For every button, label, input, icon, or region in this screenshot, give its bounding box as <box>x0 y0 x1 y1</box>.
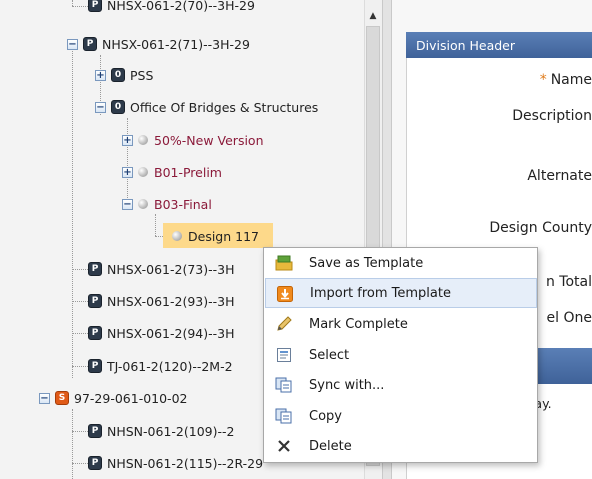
division-header-title: Division Header <box>406 32 592 58</box>
collapse-icon[interactable]: − <box>67 38 78 50</box>
project-p-icon: P <box>88 359 102 373</box>
name-label: * Name <box>539 72 592 88</box>
menu-item-sync-with[interactable]: Sync with... <box>265 370 537 400</box>
alternate-label: Alternate <box>527 168 592 184</box>
tree-node-label: NHSX-061-2(70)--3H-29 <box>107 0 255 13</box>
tree-node-nhsn-109[interactable]: P NHSN-061-2(109)--2 <box>88 420 234 442</box>
project-p-icon: P <box>88 294 102 308</box>
expand-icon[interactable]: + <box>122 134 133 146</box>
tree-node-97-29-061[interactable]: − S 97-29-061-010-02 <box>39 387 187 409</box>
expand-icon[interactable]: + <box>122 166 133 178</box>
menu-item-copy[interactable]: Copy <box>265 401 537 431</box>
level-one-label: el One <box>546 310 592 326</box>
tree-node-nhsx-70[interactable]: P NHSX-061-2(70)--3H-29 <box>88 0 255 16</box>
tree-node-label: NHSX-061-2(73)--3H <box>107 261 235 277</box>
copy-icon <box>275 407 293 425</box>
tree-node-label: 97-29-061-010-02 <box>74 390 188 406</box>
status-dot-icon <box>138 199 148 209</box>
required-indicator: * <box>539 72 547 88</box>
tree-node-label: PSS <box>130 67 154 83</box>
tree-node-label: NHSX-061-2(93)--3H <box>107 293 235 309</box>
tree-node-50-new-version[interactable]: + 50%-New Version <box>122 129 264 151</box>
tree-node-label: Design 117 <box>188 228 259 244</box>
tree-node-label: NHSN-061-2(109)--2 <box>107 423 235 439</box>
project-p-icon: P <box>88 456 102 470</box>
tree-node-nhsx-94[interactable]: P NHSX-061-2(94)--3H <box>88 322 235 344</box>
design-county-label: Design County <box>489 220 592 236</box>
tree-node-label: NHSX-061-2(71)--3H-29 <box>102 36 250 52</box>
tree-node-tj-120[interactable]: P TJ-061-2(120)--2M-2 <box>88 355 233 377</box>
tree-node-nhsn-115[interactable]: P NHSN-061-2(115)--2R-29 <box>88 452 263 474</box>
context-menu: Save as Template Import from Template Ma… <box>263 247 538 463</box>
tree-node-label: NHSN-061-2(115)--2R-29 <box>107 455 264 471</box>
tree-node-nhsx-73[interactable]: P NHSX-061-2(73)--3H <box>88 258 235 280</box>
project-p-icon: P <box>88 326 102 340</box>
tree-node-office-bridges[interactable]: − 0 Office Of Bridges & Structures <box>95 96 318 118</box>
delete-icon <box>275 437 293 455</box>
status-dot-icon <box>138 135 148 145</box>
tree-node-b01-prelim[interactable]: + B01-Prelim <box>122 161 222 183</box>
save-template-icon <box>275 254 293 272</box>
collapse-icon[interactable]: − <box>122 198 133 210</box>
tree-node-nhsx-71[interactable]: − P NHSX-061-2(71)--3H-29 <box>67 33 250 55</box>
pencil-icon <box>275 315 293 333</box>
expand-icon[interactable]: + <box>95 69 106 81</box>
project-p-icon: P <box>88 424 102 438</box>
tree-node-design-117[interactable]: Design 117 <box>172 225 259 247</box>
menu-item-delete[interactable]: Delete <box>265 431 537 461</box>
collapse-icon[interactable]: − <box>39 392 50 404</box>
division-zero-icon: 0 <box>111 68 125 82</box>
sync-icon <box>275 376 293 394</box>
menu-item-select[interactable]: Select <box>265 340 537 370</box>
tree-node-label: Office Of Bridges & Structures <box>130 99 319 115</box>
tree-node-label: TJ-061-2(120)--2M-2 <box>107 358 233 374</box>
menu-item-save-as-template[interactable]: Save as Template <box>265 248 537 278</box>
division-zero-icon: 0 <box>111 100 125 114</box>
tree-node-pss[interactable]: + 0 PSS <box>95 64 153 86</box>
menu-item-mark-complete[interactable]: Mark Complete <box>265 309 537 339</box>
description-label: Description <box>512 108 592 124</box>
project-p-icon: P <box>83 37 97 51</box>
project-p-icon: P <box>88 0 102 12</box>
project-p-icon: P <box>88 262 102 276</box>
project-s-icon: S <box>55 391 69 405</box>
tree-node-nhsx-93[interactable]: P NHSX-061-2(93)--3H <box>88 290 235 312</box>
select-icon <box>275 346 293 364</box>
status-dot-icon <box>138 167 148 177</box>
total-label: n Total <box>545 274 592 290</box>
tree-node-b03-final[interactable]: − B03-Final <box>122 193 212 215</box>
tree-node-label: NHSX-061-2(94)--3H <box>107 325 235 341</box>
status-dot-icon <box>172 231 182 241</box>
collapse-icon[interactable]: − <box>95 101 106 113</box>
tree-node-label: B03-Final <box>154 196 212 212</box>
menu-item-import-from-template[interactable]: Import from Template <box>265 278 537 308</box>
tree-node-label: B01-Prelim <box>154 164 222 180</box>
scroll-up-arrow-icon[interactable]: ▲ <box>364 8 382 24</box>
import-icon <box>276 285 294 303</box>
tree-node-label: 50%-New Version <box>154 132 264 148</box>
